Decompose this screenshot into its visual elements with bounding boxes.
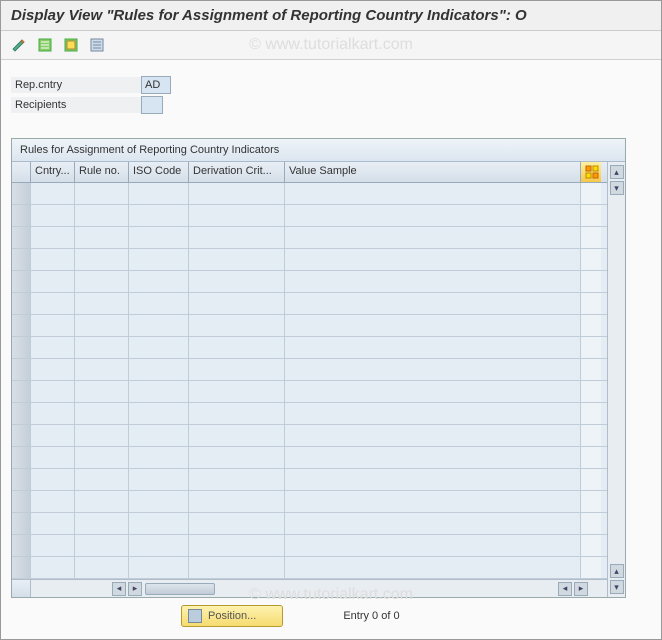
page-title: Display View "Rules for Assignment of Re…	[1, 1, 661, 31]
recipients-label: Recipients	[11, 97, 141, 113]
table-row[interactable]	[12, 557, 607, 579]
table-row[interactable]	[12, 381, 607, 403]
table-row[interactable]	[12, 205, 607, 227]
col-iso-code[interactable]: ISO Code	[129, 162, 189, 182]
table-row[interactable]	[12, 535, 607, 557]
table-title: Rules for Assignment of Reporting Countr…	[12, 139, 625, 162]
table-row[interactable]	[12, 425, 607, 447]
select-block-icon[interactable]	[61, 35, 81, 55]
table-row[interactable]	[12, 227, 607, 249]
col-rule-no[interactable]: Rule no.	[75, 162, 129, 182]
vertical-scrollbar[interactable]: ▴ ▾ ▴ ▾	[607, 162, 625, 597]
horizontal-scrollbar[interactable]: ◂ ▸ ◂ ▸	[12, 579, 607, 597]
toolbar	[1, 31, 661, 60]
table-section: Rules for Assignment of Reporting Countr…	[11, 138, 626, 598]
table-row[interactable]	[12, 513, 607, 535]
recipients-field[interactable]	[141, 96, 163, 114]
entry-count-label: Entry 0 of 0	[343, 610, 399, 622]
hscroll-left-icon[interactable]: ▸	[128, 582, 142, 596]
col-country[interactable]: Cntry...	[31, 162, 75, 182]
table-row[interactable]	[12, 491, 607, 513]
table-row[interactable]	[12, 337, 607, 359]
table-row[interactable]	[12, 359, 607, 381]
form-area: Rep.cntry Recipients	[1, 60, 661, 128]
vscroll-up2-icon[interactable]: ▾	[610, 181, 624, 195]
vscroll-down2-icon[interactable]: ▴	[610, 564, 624, 578]
position-button[interactable]: Position...	[181, 605, 283, 627]
table-row[interactable]	[12, 183, 607, 205]
col-derivation-crit[interactable]: Derivation Crit...	[189, 162, 285, 182]
table-row[interactable]	[12, 469, 607, 491]
change-display-icon[interactable]	[9, 35, 29, 55]
table-row[interactable]	[12, 249, 607, 271]
table-config-icon[interactable]	[581, 162, 601, 182]
table-header-row: Cntry... Rule no. ISO Code Derivation Cr…	[12, 162, 607, 183]
hscroll-last-icon[interactable]: ▸	[574, 582, 588, 596]
hscroll-first-icon[interactable]: ◂	[112, 582, 126, 596]
vscroll-down-icon[interactable]: ▾	[610, 580, 624, 594]
hscroll-thumb[interactable]	[145, 583, 215, 595]
hscroll-right-icon[interactable]: ◂	[558, 582, 572, 596]
rep-country-label: Rep.cntry	[11, 77, 141, 93]
table-row[interactable]	[12, 293, 607, 315]
footer-bar: Position... Entry 0 of 0	[1, 605, 661, 627]
select-all-icon[interactable]	[35, 35, 55, 55]
deselect-all-icon[interactable]	[87, 35, 107, 55]
position-icon	[188, 609, 202, 623]
col-value-sample[interactable]: Value Sample	[285, 162, 581, 182]
table-row[interactable]	[12, 403, 607, 425]
table-body	[12, 183, 607, 579]
table-row[interactable]	[12, 271, 607, 293]
table-row[interactable]	[12, 315, 607, 337]
vscroll-up-icon[interactable]: ▴	[610, 165, 624, 179]
table-row[interactable]	[12, 447, 607, 469]
row-selector-header[interactable]	[12, 162, 31, 182]
rep-country-field[interactable]	[141, 76, 171, 94]
